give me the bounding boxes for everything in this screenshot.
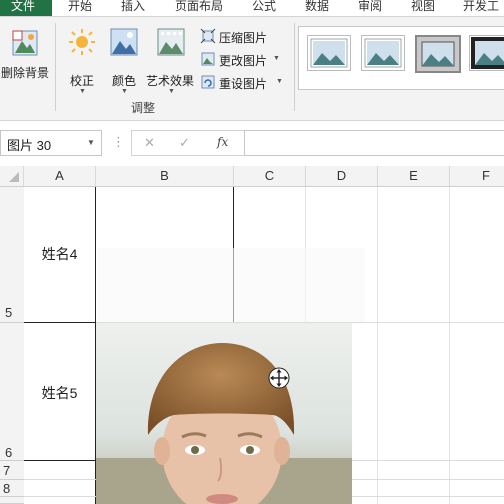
row-number: 5 xyxy=(5,305,13,320)
landscape-thumbnail-icon xyxy=(310,38,348,68)
row-header-9[interactable] xyxy=(0,497,24,504)
gridline xyxy=(377,187,378,504)
picture-style-2[interactable] xyxy=(361,35,405,71)
chevron-down-icon: ▼ xyxy=(121,88,128,95)
tab-file[interactable]: 文件 xyxy=(0,0,52,16)
cell-a5[interactable]: 姓名4 xyxy=(24,244,95,264)
tab-page-layout[interactable]: 页面布局 xyxy=(175,0,223,16)
tab-home[interactable]: 开始 xyxy=(68,0,92,16)
child-portrait-photo xyxy=(96,323,352,504)
artistic-effects-icon xyxy=(157,28,185,56)
tab-view[interactable]: 视图 xyxy=(411,0,435,16)
chevron-down-icon: ▼ xyxy=(276,78,283,85)
tab-developer[interactable]: 开发工 xyxy=(463,0,499,16)
ribbon-separator xyxy=(55,23,56,111)
compress-icon xyxy=(200,28,216,44)
landscape-thumbnail-icon xyxy=(364,38,402,68)
column-header-a[interactable]: A xyxy=(24,166,96,186)
compress-pictures-label: 压缩图片 xyxy=(219,31,268,45)
picture-style-4[interactable] xyxy=(469,35,504,71)
insert-function-icon[interactable]: fx xyxy=(217,135,228,149)
reset-picture-icon xyxy=(201,75,215,89)
chevron-down-icon: ▼ xyxy=(273,55,280,62)
column-header-d[interactable]: D xyxy=(306,166,378,186)
change-picture-button[interactable]: 更改图片 ▼ xyxy=(200,50,294,68)
landscape-thumbnail-icon xyxy=(421,41,455,67)
row-header-8[interactable]: 8 xyxy=(0,480,24,497)
row-number: 8 xyxy=(3,481,11,496)
formula-bar-handle-icon[interactable]: ⋮ xyxy=(112,134,125,150)
chevron-down-icon: ▼ xyxy=(168,88,175,95)
move-cursor-icon xyxy=(268,367,290,389)
picture-style-1[interactable] xyxy=(307,35,351,71)
tab-formulas[interactable]: 公式 xyxy=(252,0,276,16)
color-button[interactable]: 颜色 ▼ xyxy=(108,25,142,97)
row-header-6[interactable]: 6 xyxy=(0,323,24,461)
cell-border xyxy=(24,460,96,461)
row-header-7[interactable]: 7 xyxy=(0,461,24,480)
change-picture-label: 更改图片 xyxy=(219,54,268,68)
formula-buttons: ✕ ✓ fx xyxy=(131,130,245,156)
name-box[interactable]: 图片 30 ▼ xyxy=(0,130,102,156)
reset-picture-button[interactable]: 重设图片 ▼ xyxy=(200,73,294,91)
column-headers: A B C D E F xyxy=(0,166,504,187)
select-all-triangle-icon xyxy=(9,172,19,182)
artistic-effects-button[interactable]: 艺术效果 ▼ xyxy=(146,25,198,97)
corrections-label: 校正 xyxy=(70,74,95,88)
picture-styles-gallery[interactable] xyxy=(298,26,504,90)
watermark-logo: Bai 经验 xyxy=(388,462,450,479)
picture-ghost xyxy=(97,248,365,322)
color-label: 颜色 xyxy=(112,74,137,88)
tab-data[interactable]: 数据 xyxy=(305,0,329,16)
row-number: 6 xyxy=(5,445,13,460)
picture-color-icon xyxy=(110,28,138,56)
adjust-group-label: 调整 xyxy=(131,101,156,115)
formula-input[interactable] xyxy=(244,130,504,156)
column-header-e[interactable]: E xyxy=(378,166,450,186)
landscape-thumbnail-icon xyxy=(471,37,504,69)
select-all-corner[interactable] xyxy=(0,166,24,186)
column-header-f[interactable]: F xyxy=(450,166,504,186)
reset-picture-label: 重设图片 xyxy=(219,77,268,91)
row-number: 7 xyxy=(3,463,11,478)
cell-a6[interactable]: 姓名5 xyxy=(24,383,95,403)
row-header-5[interactable]: 5 xyxy=(0,187,24,323)
sun-icon xyxy=(69,29,95,55)
change-picture-icon xyxy=(201,52,215,66)
cancel-icon[interactable]: ✕ xyxy=(144,135,155,151)
picture-style-3-selected[interactable] xyxy=(415,35,461,73)
column-header-b[interactable]: B xyxy=(96,166,234,186)
artistic-effects-label: 艺术效果 xyxy=(146,74,195,88)
remove-background-icon xyxy=(12,30,38,56)
chevron-down-icon[interactable]: ▼ xyxy=(87,138,95,147)
inserted-photo[interactable] xyxy=(96,323,352,504)
corrections-button[interactable]: 校正 ▼ xyxy=(64,25,100,97)
tab-review[interactable]: 审阅 xyxy=(358,0,382,16)
cell-border xyxy=(24,322,96,323)
tab-insert[interactable]: 插入 xyxy=(121,0,145,16)
enter-icon[interactable]: ✓ xyxy=(179,135,190,151)
ribbon-tab-bar: 文件 开始 插入 页面布局 公式 数据 审阅 视图 开发工 xyxy=(0,0,504,17)
column-header-c[interactable]: C xyxy=(234,166,306,186)
remove-background-label: 删除背景 xyxy=(1,66,50,80)
chevron-down-icon: ▼ xyxy=(79,88,86,95)
ribbon-separator xyxy=(294,23,295,111)
compress-pictures-button[interactable]: 压缩图片 xyxy=(200,27,294,45)
name-box-value: 图片 30 xyxy=(7,138,52,153)
remove-background-button[interactable]: 删除背景 xyxy=(0,25,50,87)
